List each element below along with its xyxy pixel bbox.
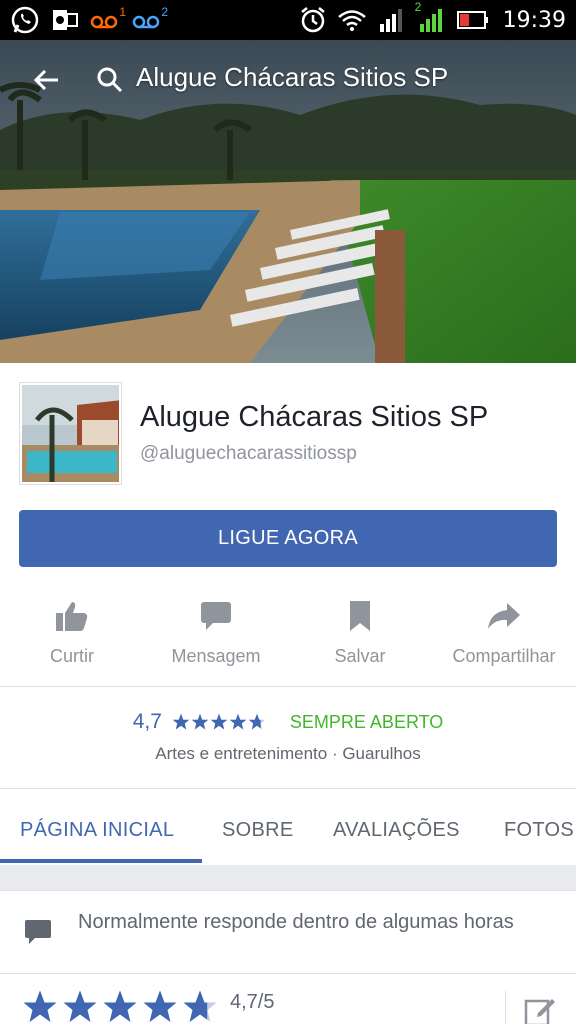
open-status: SEMPRE ABERTO: [289, 711, 444, 732]
rating-stars-large[interactable]: [22, 989, 218, 1024]
message-button[interactable]: Mensagem: [144, 586, 288, 686]
save-label: Salvar: [334, 646, 386, 666]
rating-value: 4,7: [132, 710, 162, 733]
rating-summary[interactable]: 4,7 SEMPRE ABERTO Artes e entretenimento…: [0, 700, 576, 780]
star-full-icon: [23, 990, 57, 1022]
star-partial-icon: [183, 990, 217, 1022]
star-partial-icon: [248, 713, 266, 730]
star-full-icon: [229, 713, 247, 730]
message-icon: [24, 919, 52, 950]
profile-picture: [22, 385, 119, 482]
voicemail-icon: 1: [90, 5, 126, 31]
tab-bar: PÁGINA INICIAL SOBRE AVALIAÇÕES FOTOS: [0, 789, 576, 865]
rating-score: 4,7/5: [230, 991, 275, 1013]
search-field[interactable]: Alugue Chácaras Sitios SP: [136, 62, 448, 93]
category-location: Artes e entretenimento · Guarulhos: [155, 744, 421, 763]
like-button[interactable]: Curtir: [0, 586, 144, 686]
response-time: Normalmente responde dentro de algumas h…: [78, 911, 514, 933]
thumbs-up-icon: [55, 596, 89, 636]
search-icon[interactable]: [96, 66, 124, 94]
active-tab-indicator: [0, 859, 202, 863]
divider: [0, 973, 576, 974]
notif-badge: 2: [161, 5, 168, 19]
star-full-icon: [210, 713, 228, 730]
message-icon: [200, 596, 232, 636]
alarm-icon: [299, 6, 327, 34]
like-label: Curtir: [50, 646, 94, 666]
notif-badge: 1: [119, 5, 126, 19]
info-card: Normalmente responde dentro de algumas h…: [0, 890, 576, 1024]
clock: 19:39: [502, 7, 566, 33]
status-bar: 1 2 2 19:39: [0, 0, 576, 40]
divider: [0, 686, 576, 687]
star-full-icon: [143, 990, 177, 1022]
share-button[interactable]: Compartilhar: [432, 586, 576, 686]
outlook-icon: [52, 8, 78, 32]
star-full-icon: [191, 713, 209, 730]
section-gap: [0, 865, 576, 890]
save-button[interactable]: Salvar: [288, 586, 432, 686]
cover-photo[interactable]: Alugue Chácaras Sitios SP: [0, 40, 576, 363]
star-full-icon: [63, 990, 97, 1022]
share-label: Compartilhar: [452, 646, 556, 666]
back-arrow-icon: [33, 69, 58, 91]
signal-icon: [377, 6, 407, 34]
action-bar: Curtir Mensagem Salvar Compartilhar: [0, 586, 576, 686]
star-full-icon: [172, 713, 190, 730]
write-review-icon[interactable]: [524, 995, 556, 1024]
divider: [505, 991, 506, 1024]
avatar[interactable]: [20, 383, 121, 484]
message-label: Mensagem: [171, 646, 261, 666]
rating-stars: [172, 713, 266, 731]
back-button[interactable]: [26, 60, 66, 100]
call-now-button[interactable]: LIGUE AGORA: [19, 510, 557, 567]
signal-icon: 2: [415, 0, 447, 34]
page-username: @aluguechacarassitiossp: [140, 443, 357, 464]
profile-header: Alugue Chácaras Sitios SP @aluguechacara…: [0, 363, 576, 503]
voicemail-icon: 2: [132, 5, 168, 31]
page-title: Alugue Chácaras Sitios SP: [140, 401, 489, 433]
bookmark-icon: [349, 596, 371, 636]
tab-photos[interactable]: FOTOS: [504, 819, 574, 842]
star-full-icon: [103, 990, 137, 1022]
top-bar: Alugue Chácaras Sitios SP: [0, 40, 576, 118]
network-badge: 2: [414, 0, 422, 14]
wifi-icon: [337, 8, 367, 32]
tab-reviews[interactable]: AVALIAÇÕES: [333, 819, 460, 842]
whatsapp-icon: [10, 5, 40, 35]
tab-about[interactable]: SOBRE: [222, 819, 294, 842]
battery-icon: [456, 10, 489, 30]
share-icon: [487, 596, 521, 636]
tab-home[interactable]: PÁGINA INICIAL: [20, 819, 174, 842]
